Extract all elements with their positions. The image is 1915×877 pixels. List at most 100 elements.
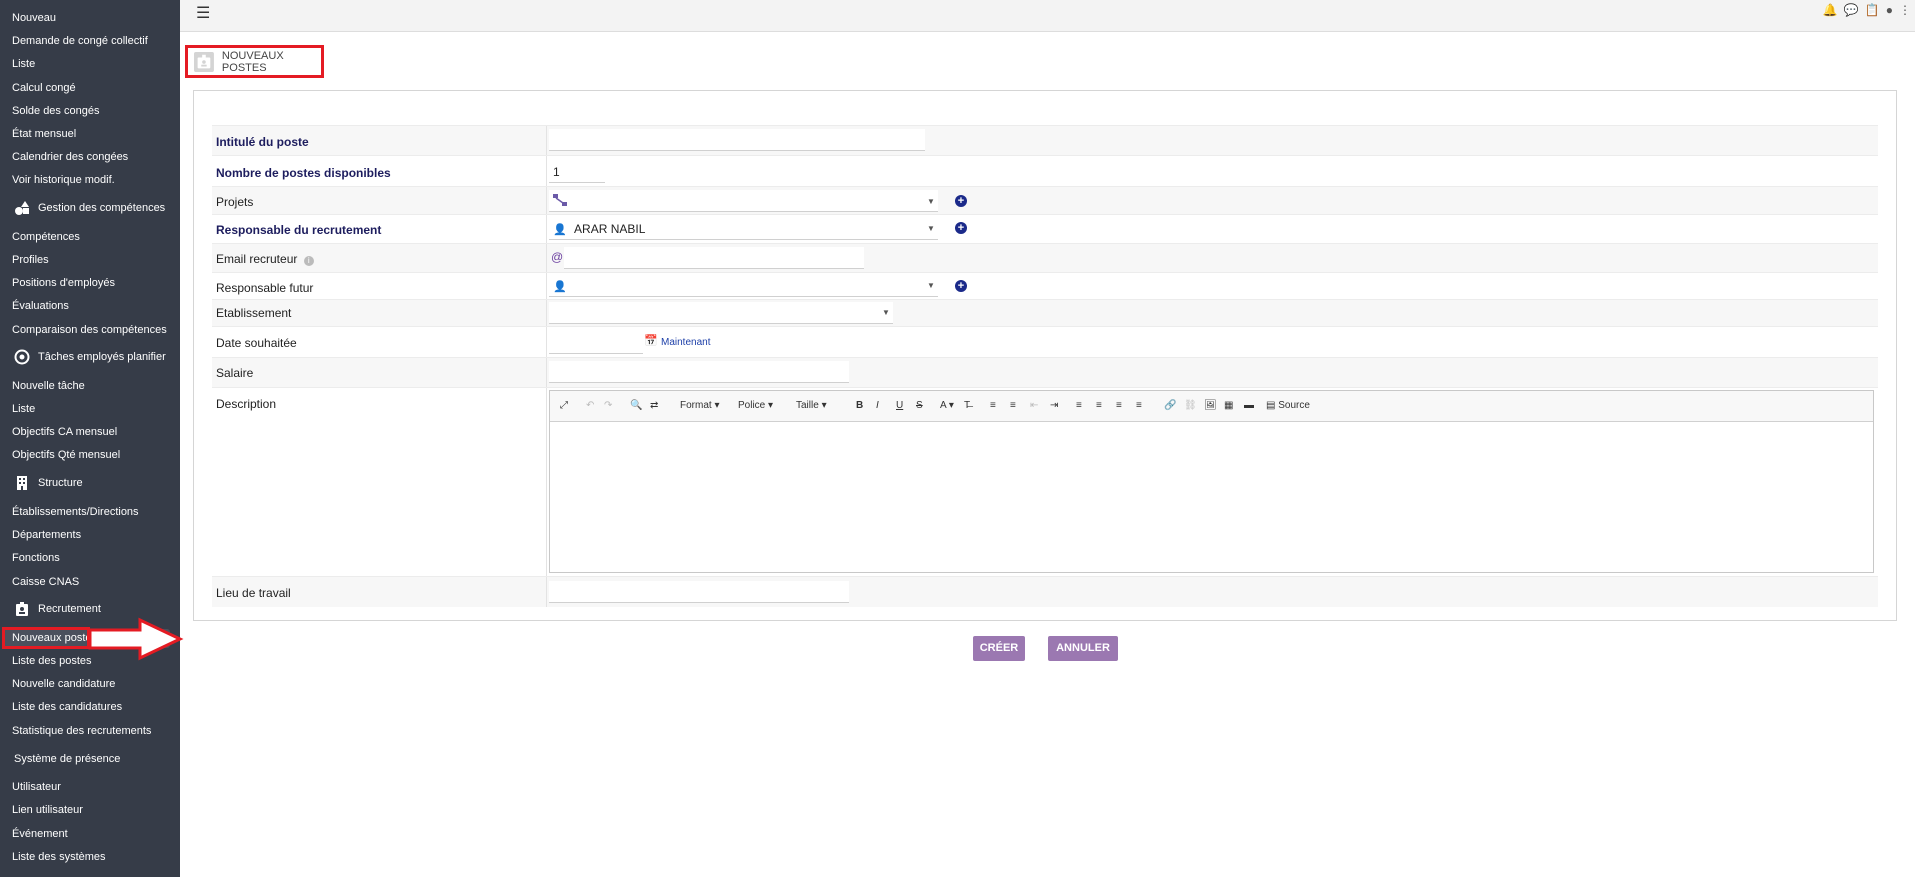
source-button[interactable]: ▤ Source — [1266, 400, 1310, 411]
font-dropdown[interactable]: Police ▾ — [738, 400, 773, 411]
image-icon[interactable]: 🖼 — [1204, 400, 1217, 411]
chevron-down-icon[interactable]: ▼ — [882, 308, 890, 317]
add-projet-button[interactable]: + — [955, 195, 967, 207]
responsable-select[interactable]: 👤 ARAR NABIL — [549, 218, 938, 240]
lieu-input[interactable] — [549, 581, 849, 603]
bold-icon[interactable]: B — [856, 400, 863, 411]
projets-select[interactable] — [549, 190, 938, 212]
align-right-icon[interactable]: ≡ — [1116, 400, 1122, 411]
row-separator — [546, 187, 547, 215]
kebab-menu-icon[interactable]: ⋮ — [1899, 3, 1911, 17]
info-icon[interactable]: i — [303, 256, 314, 266]
bullet-list-icon[interactable]: ≡ — [1010, 400, 1016, 411]
sidebar-item-profiles[interactable]: Profiles — [12, 253, 49, 267]
sidebar-item-positions-employes[interactable]: Positions d'employés — [12, 276, 115, 290]
add-responsable-button[interactable]: + — [955, 222, 967, 234]
sidebar-item-etat-mensuel[interactable]: État mensuel — [12, 127, 76, 141]
sidebar-item-solde-conges[interactable]: Solde des congés — [12, 104, 99, 118]
text-color-icon[interactable]: A ▾ — [940, 400, 954, 411]
cancel-button[interactable]: ANNULER — [1048, 636, 1118, 661]
source-label: Source — [1278, 400, 1310, 411]
numbered-list-icon[interactable]: ≡ — [990, 400, 996, 411]
justify-icon[interactable]: ≡ — [1136, 400, 1142, 411]
sidebar-item-calendrier-conges[interactable]: Calendrier des congées — [12, 150, 128, 164]
row-separator — [546, 300, 547, 327]
maintenant-link[interactable]: Maintenant — [661, 337, 710, 348]
description-label: Description — [216, 397, 277, 411]
editor-content-area[interactable] — [550, 422, 1873, 572]
responsable-futur-select[interactable]: 👤 — [549, 275, 938, 297]
sidebar-item-caisse-cnas[interactable]: Caisse CNAS — [12, 575, 79, 589]
sidebar-section-label: Recrutement — [38, 603, 101, 615]
sidebar-section-recrutement[interactable]: Recrutement — [14, 601, 101, 617]
sidebar-item-evenement[interactable]: Événement — [12, 827, 68, 841]
form-row-salaire: Salaire — [212, 357, 1878, 388]
etablissement-select[interactable] — [549, 302, 893, 324]
chevron-down-icon[interactable]: ▼ — [927, 224, 935, 233]
sidebar-item-comparaison-competences[interactable]: Comparaison des compétences — [12, 323, 167, 337]
sidebar-item-objectifs-ca[interactable]: Objectifs CA mensuel — [12, 425, 117, 439]
align-left-icon[interactable]: ≡ — [1076, 400, 1082, 411]
size-dropdown[interactable]: Taille ▾ — [796, 400, 827, 411]
sidebar-item-fonctions[interactable]: Fonctions — [12, 551, 60, 565]
sidebar-item-demande-conge-collectif[interactable]: Demande de congé collectif — [12, 34, 148, 48]
sidebar-section-structure[interactable]: Structure — [14, 475, 83, 491]
unlink-icon[interactable]: ⛓ — [1184, 400, 1197, 411]
sidebar-item-liste-taches[interactable]: Liste — [12, 402, 35, 416]
sidebar-item-etablissements[interactable]: Établissements/Directions — [12, 505, 139, 519]
table-icon[interactable]: ▦ — [1224, 400, 1233, 411]
sidebar-item-liste[interactable]: Liste — [12, 57, 35, 71]
sidebar-item-calcul-conge[interactable]: Calcul congé — [12, 81, 76, 95]
sidebar-item-liste-systemes[interactable]: Liste des systèmes — [12, 850, 106, 864]
calendar-icon[interactable]: 📅 — [644, 334, 658, 347]
nombre-input[interactable]: 1 — [549, 161, 605, 183]
chevron-down-icon[interactable]: ▼ — [927, 281, 935, 290]
email-input[interactable] — [564, 247, 864, 269]
form-row-lieu: Lieu de travail — [212, 576, 1878, 607]
sidebar-item-utilisateur[interactable]: Utilisateur — [12, 780, 61, 794]
horizontal-rule-icon[interactable]: ▬ — [1244, 400, 1254, 411]
sidebar-section-presence[interactable]: Système de présence — [14, 751, 120, 767]
undo-icon[interactable]: ↶ — [586, 400, 594, 411]
link-icon[interactable]: 🔗 — [1164, 400, 1176, 411]
italic-icon[interactable]: I — [876, 400, 879, 411]
sidebar-item-nouvelle-candidature[interactable]: Nouvelle candidature — [12, 677, 115, 691]
sidebar-section-taches[interactable]: Tâches employés planifier — [14, 349, 166, 365]
sidebar-item-statistique-recrutements[interactable]: Statistique des recrutements — [12, 724, 151, 738]
remove-format-icon[interactable]: T̶ — [964, 400, 970, 411]
format-dropdown[interactable]: Format ▾ — [680, 400, 719, 411]
sidebar-item-voir-historique[interactable]: Voir historique modif. — [12, 173, 115, 187]
maximize-icon[interactable]: ⤢ — [560, 400, 568, 411]
sidebar-item-liste-postes[interactable]: Liste des postes — [12, 654, 92, 668]
align-center-icon[interactable]: ≡ — [1096, 400, 1102, 411]
create-button[interactable]: CRÉER — [973, 636, 1025, 661]
salaire-input[interactable] — [549, 361, 849, 383]
outdent-icon[interactable]: ⇤ — [1030, 400, 1038, 411]
row-separator — [546, 273, 547, 300]
menu-toggle-icon[interactable]: ☰ — [196, 3, 210, 23]
intitule-input[interactable] — [549, 129, 925, 151]
sidebar-item-departements[interactable]: Départements — [12, 528, 81, 542]
replace-icon[interactable]: ⇄ — [650, 400, 658, 411]
underline-icon[interactable]: U — [896, 400, 903, 411]
bell-icon[interactable]: 🔔 — [1823, 3, 1838, 17]
id-badge-icon — [194, 51, 214, 72]
add-responsable-futur-button[interactable]: + — [955, 280, 967, 292]
sidebar-item-competences[interactable]: Compétences — [12, 230, 80, 244]
chat-icon[interactable]: 💬 — [1844, 3, 1859, 17]
chevron-down-icon[interactable]: ▼ — [927, 197, 935, 206]
clipboard-icon[interactable]: 📋 — [1865, 3, 1880, 17]
sidebar-item-liste-candidatures[interactable]: Liste des candidatures — [12, 700, 122, 714]
sidebar-item-lien-utilisateur[interactable]: Lien utilisateur — [12, 803, 83, 817]
user-avatar-icon[interactable]: ● — [1886, 3, 1893, 17]
indent-icon[interactable]: ⇥ — [1050, 400, 1058, 411]
redo-icon[interactable]: ↷ — [604, 400, 612, 411]
sidebar-item-nouveau[interactable]: Nouveau — [12, 11, 56, 25]
strike-icon[interactable]: S — [916, 400, 923, 411]
date-input[interactable] — [549, 332, 643, 354]
sidebar-item-nouvelle-tache[interactable]: Nouvelle tâche — [12, 379, 85, 393]
find-icon[interactable]: 🔍 — [630, 400, 642, 411]
sidebar-section-gestion-competences[interactable]: Gestion des compétences — [14, 200, 165, 216]
sidebar-item-objectifs-qte[interactable]: Objectifs Qté mensuel — [12, 448, 120, 462]
sidebar-item-evaluations[interactable]: Évaluations — [12, 299, 69, 313]
